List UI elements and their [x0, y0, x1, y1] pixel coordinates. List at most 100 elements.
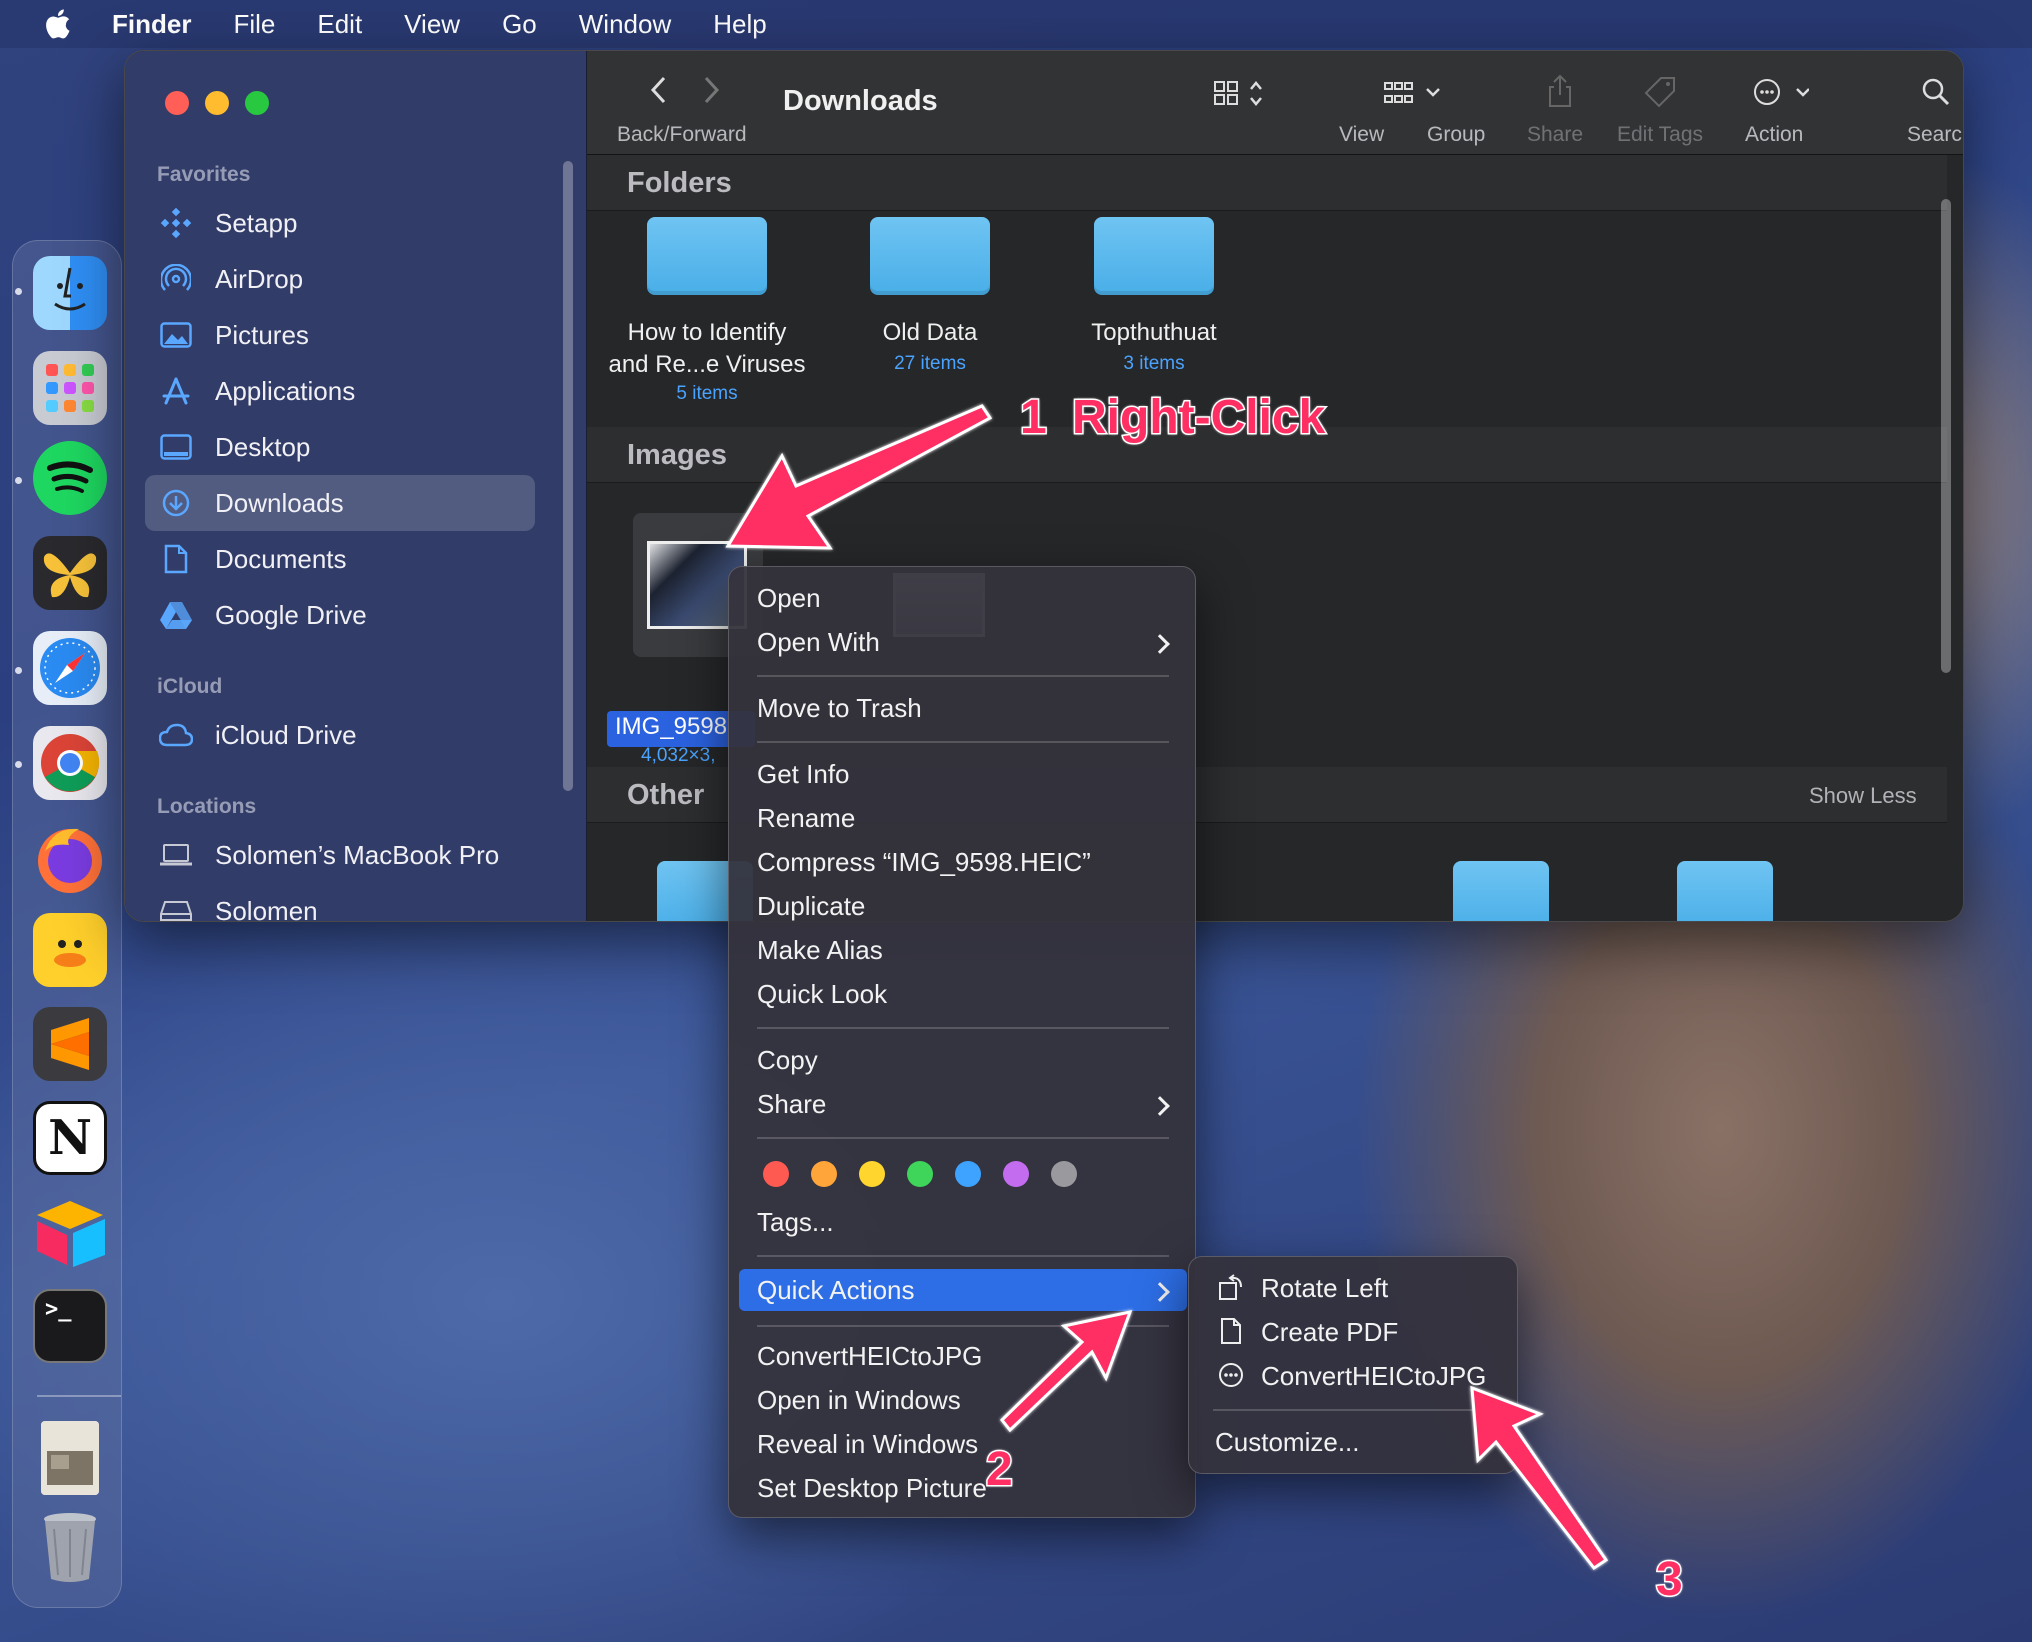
submenu-customize[interactable]: Customize...	[1215, 1427, 1360, 1458]
tag-orange[interactable]	[811, 1161, 837, 1187]
annotation-step-3: 3	[1655, 1552, 1685, 1608]
menu-item-copy[interactable]: Copy	[757, 1045, 818, 1076]
sidebar-item-solomen[interactable]: Solomen	[145, 883, 535, 921]
tag-green[interactable]	[907, 1161, 933, 1187]
menu-finder[interactable]: Finder	[112, 9, 191, 40]
tag-blue[interactable]	[955, 1161, 981, 1187]
tag-purple[interactable]	[1003, 1161, 1029, 1187]
show-less-button[interactable]: Show Less	[1809, 783, 1917, 809]
action-icon[interactable]	[1753, 77, 1809, 107]
minimize-button[interactable]	[205, 91, 229, 115]
sidebar-item-label: Setapp	[215, 207, 298, 238]
menu-item-quick-look[interactable]: Quick Look	[757, 979, 887, 1010]
section-title: Images	[627, 439, 727, 471]
menu-item-move-to-trash[interactable]: Move to Trash	[757, 693, 922, 724]
share-label: Share	[1527, 123, 1584, 146]
folder-icon[interactable]	[1094, 217, 1214, 295]
menu-item-open-with[interactable]: Open With	[757, 627, 880, 658]
firefox-icon[interactable]	[33, 821, 107, 895]
content-scrollbar[interactable]	[1941, 199, 1951, 673]
chrome-icon[interactable]	[33, 726, 107, 800]
submenu-convert-heic[interactable]: ConvertHEICtoJPG	[1261, 1361, 1486, 1392]
launchpad-icon[interactable]	[33, 351, 107, 425]
zoom-button[interactable]	[245, 91, 269, 115]
share-icon[interactable]	[1545, 73, 1575, 109]
sidebar-item-google-drive[interactable]: Google Drive	[145, 587, 535, 643]
finder-icon[interactable]	[33, 256, 107, 330]
menu-item-convert-heic[interactable]: ConvertHEICtoJPG	[757, 1341, 982, 1372]
folder-icon[interactable]	[1453, 861, 1549, 921]
toolbar: Back/Forward Downloads View Group Share …	[587, 51, 1963, 155]
menu-item-reveal-in-windows[interactable]: Reveal in Windows	[757, 1429, 978, 1460]
chevron-right-icon	[1150, 634, 1170, 654]
search-icon[interactable]	[1921, 77, 1951, 107]
submenu-rotate-left[interactable]: Rotate Left	[1261, 1273, 1388, 1304]
folder-icon[interactable]	[870, 217, 990, 295]
folder-icon[interactable]	[1677, 861, 1773, 921]
submenu-create-pdf[interactable]: Create PDF	[1261, 1317, 1398, 1348]
menu-separator	[757, 1255, 1169, 1257]
folder-name[interactable]: How to Identify and Re...e Viruses	[587, 317, 827, 381]
spotify-icon[interactable]	[33, 441, 107, 515]
annotation-step-1-label: Right-Click	[1070, 390, 1326, 446]
cyberduck-icon[interactable]	[33, 913, 107, 987]
menu-file[interactable]: File	[233, 9, 275, 40]
back-forward-label: Back/Forward	[617, 123, 747, 146]
safari-icon[interactable]	[33, 631, 107, 705]
sidebar-item-setapp[interactable]: Setapp	[145, 195, 535, 251]
folder-icon[interactable]	[647, 217, 767, 295]
menu-item-duplicate[interactable]: Duplicate	[757, 891, 865, 922]
tag-red[interactable]	[763, 1161, 789, 1187]
airtable-icon[interactable]	[33, 1195, 107, 1269]
menu-view[interactable]: View	[404, 9, 460, 40]
tag-icon[interactable]	[1643, 75, 1677, 109]
terminal-icon[interactable]: >_	[33, 1289, 107, 1363]
menu-item-open[interactable]: Open	[757, 583, 821, 614]
menu-item-set-desktop-picture[interactable]: Set Desktop Picture	[757, 1473, 987, 1504]
menu-item-quick-actions[interactable]: Quick Actions	[757, 1275, 915, 1306]
menu-item-get-info[interactable]: Get Info	[757, 759, 850, 790]
menu-help[interactable]: Help	[713, 9, 766, 40]
sidebar-scrollbar[interactable]	[563, 161, 573, 791]
running-indicator	[15, 667, 22, 674]
menu-item-open-in-windows[interactable]: Open in Windows	[757, 1385, 961, 1416]
applications-icon	[159, 374, 193, 408]
sidebar-item-documents[interactable]: Documents	[145, 531, 535, 587]
sidebar-item-desktop[interactable]: Desktop	[145, 419, 535, 475]
sidebar-item-airdrop[interactable]: AirDrop	[145, 251, 535, 307]
menu-item-compress[interactable]: Compress “IMG_9598.HEIC”	[757, 847, 1091, 878]
menu-separator	[757, 741, 1169, 743]
sidebar-item-downloads[interactable]: Downloads	[145, 475, 535, 531]
forward-icon[interactable]	[701, 75, 721, 105]
notion-icon[interactable]: N	[33, 1101, 107, 1175]
tag-gray[interactable]	[1051, 1161, 1077, 1187]
menu-item-share[interactable]: Share	[757, 1089, 826, 1120]
sidebar-item-applications[interactable]: Applications	[145, 363, 535, 419]
group-icon[interactable]	[1383, 79, 1447, 109]
trash-icon[interactable]	[33, 1509, 107, 1583]
tes-butterfly-icon[interactable]	[33, 536, 107, 610]
downloads-stack-icon[interactable]	[41, 1421, 99, 1495]
apple-icon[interactable]	[42, 8, 72, 40]
menu-item-make-alias[interactable]: Make Alias	[757, 935, 883, 966]
sidebar-item-macbook[interactable]: Solomen’s MacBook Pro	[145, 827, 535, 883]
ellipsis-circle-icon	[1219, 1363, 1243, 1387]
menu-go[interactable]: Go	[502, 9, 537, 40]
chevron-right-icon	[1150, 1096, 1170, 1116]
tag-yellow[interactable]	[859, 1161, 885, 1187]
folder-name[interactable]: Old Data	[810, 317, 1050, 349]
menu-item-tags[interactable]: Tags...	[757, 1207, 834, 1238]
sidebar-item-icloud-drive[interactable]: iCloud Drive	[145, 707, 535, 763]
folder-name[interactable]: Topthuthuat	[1034, 317, 1274, 349]
menu-window[interactable]: Window	[579, 9, 671, 40]
icon-view-icon[interactable]	[1213, 79, 1269, 109]
sublime-text-icon[interactable]	[33, 1007, 107, 1081]
menu-item-rename[interactable]: Rename	[757, 803, 855, 834]
sidebar-item-pictures[interactable]: Pictures	[145, 307, 535, 363]
section-title: Other	[627, 779, 705, 811]
close-button[interactable]	[165, 91, 189, 115]
window-title: Downloads	[783, 85, 938, 117]
disk-icon	[159, 894, 193, 921]
back-icon[interactable]	[649, 75, 669, 105]
menu-edit[interactable]: Edit	[317, 9, 362, 40]
